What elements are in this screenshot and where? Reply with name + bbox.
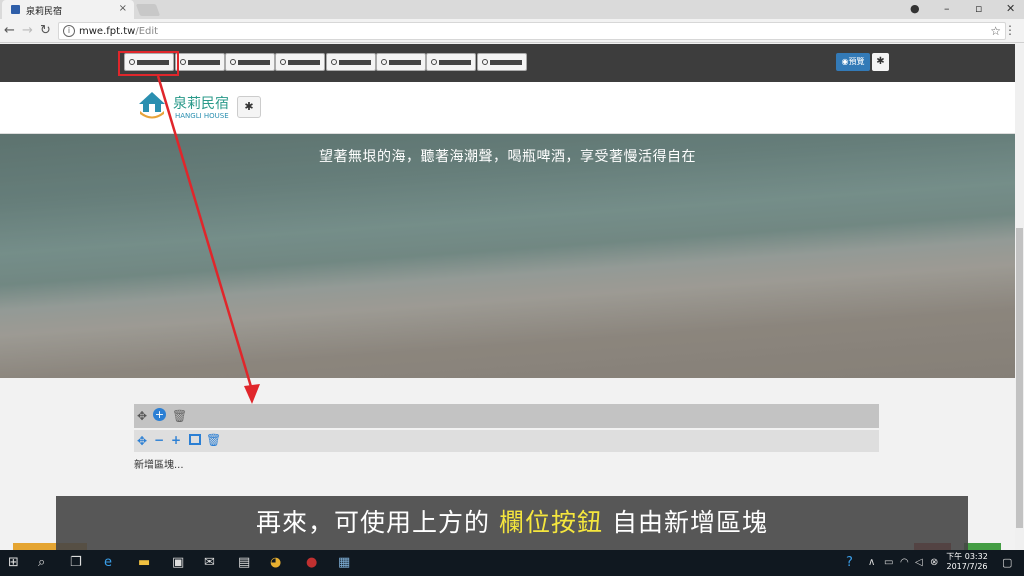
column-toolbar-row: ✥ − + 🗑: [134, 430, 879, 452]
new-block-placeholder[interactable]: 新增區塊...: [134, 456, 184, 471]
favicon-icon: [11, 5, 20, 14]
block-toolbar-row: ✥ + 🗑: [134, 404, 879, 428]
column-button-6[interactable]: [376, 53, 426, 71]
logo-title: 泉莉民宿: [173, 96, 229, 112]
caption-text-after: 自由新增區塊: [611, 508, 768, 537]
circle-icon: [280, 59, 286, 65]
button-label-bar: [490, 60, 522, 65]
network-icon[interactable]: ◠: [900, 555, 909, 571]
new-tab-button[interactable]: [135, 4, 161, 16]
recorder-icon[interactable]: ●: [306, 555, 317, 571]
minus-icon[interactable]: −: [154, 433, 164, 447]
site-header: 泉莉民宿 HANGLI HOUSE ✱: [0, 82, 1015, 134]
circle-icon: [331, 59, 337, 65]
button-label-bar: [389, 60, 421, 65]
trash-icon[interactable]: 🗑: [172, 409, 187, 423]
notifications-icon[interactable]: ▢: [1002, 555, 1012, 571]
circle-icon: [230, 59, 236, 65]
app-icon[interactable]: ▤: [238, 555, 250, 571]
clock-time: 下午 03:32: [946, 552, 988, 561]
edge-icon[interactable]: e: [104, 555, 112, 571]
hero-banner: 望著無垠的海，聽著海潮聲，喝瓶啤酒，享受著慢活得自在: [0, 134, 1015, 378]
browser-tab-strip: 泉莉民宿 × ● – ▫ ✕: [0, 0, 1024, 19]
maximize-icon[interactable]: ▫: [975, 2, 982, 15]
column-button-3[interactable]: [225, 53, 275, 71]
help-icon[interactable]: ?: [846, 555, 853, 571]
notes-icon[interactable]: ▦: [338, 555, 350, 571]
task-view-icon[interactable]: ❐: [70, 555, 82, 571]
browser-menu-icon[interactable]: ⋮: [1004, 23, 1016, 37]
button-label-bar: [238, 60, 270, 65]
button-label-bar: [439, 60, 471, 65]
circle-icon: [482, 59, 488, 65]
circle-icon: [381, 59, 387, 65]
battery-icon[interactable]: ▭: [884, 555, 893, 571]
info-icon[interactable]: i: [63, 25, 75, 37]
address-bar[interactable]: i mwe.fpt.tw/Edit ☆: [58, 22, 1006, 40]
store-icon[interactable]: ▣: [172, 555, 184, 571]
chrome-icon[interactable]: ◕: [270, 555, 281, 571]
tray-chevron-icon[interactable]: ∧: [868, 555, 875, 571]
footer-save-button[interactable]: [964, 543, 1001, 550]
move-icon[interactable]: ✥: [137, 409, 147, 423]
column-button-5[interactable]: [326, 53, 376, 71]
circle-icon: [180, 59, 186, 65]
volume-icon[interactable]: ◁: [915, 555, 923, 571]
profile-icon[interactable]: ●: [910, 2, 920, 15]
header-settings-gear-icon[interactable]: ✱: [237, 96, 261, 118]
start-icon[interactable]: ⊞: [8, 555, 19, 571]
hero-text: 望著無垠的海，聽著海潮聲，喝瓶啤酒，享受著慢活得自在: [319, 149, 696, 165]
image-icon[interactable]: [189, 434, 201, 445]
trash-icon[interactable]: 🗑: [206, 433, 221, 447]
clock-date: 2017/7/26: [946, 562, 988, 571]
button-label-bar: [188, 60, 220, 65]
close-circle-icon[interactable]: ⊗: [930, 555, 938, 571]
minimize-icon[interactable]: –: [944, 2, 950, 15]
settings-gear-icon[interactable]: ✱: [872, 53, 889, 71]
mail-icon[interactable]: ✉: [204, 555, 215, 571]
plus-icon[interactable]: +: [171, 433, 181, 447]
caption-highlight: 欄位按鈕: [498, 508, 603, 537]
button-label-bar: [339, 60, 371, 65]
forward-icon[interactable]: →: [22, 23, 33, 38]
column-button-4[interactable]: [275, 53, 325, 71]
caption-text-before: 再來，可使用上方的: [256, 508, 491, 537]
preview-label: 預覽: [848, 57, 865, 66]
bookmark-star-icon[interactable]: ☆: [990, 24, 1001, 38]
file-explorer-icon[interactable]: ▬: [138, 555, 150, 571]
logo-subtitle: HANGLI HOUSE: [175, 112, 229, 120]
windows-taskbar: ⊞ ⌕ ❐ e ▬ ▣ ✉ ▤ ◕ ● ▦ ? ∧ ▭ ◠ ◁ ⊗ ▢: [0, 550, 1024, 576]
column-button-7[interactable]: [426, 53, 476, 71]
reload-icon[interactable]: ↻: [40, 23, 51, 38]
url-text: mwe.fpt.tw/Edit: [79, 26, 159, 37]
move-icon[interactable]: ✥: [137, 434, 147, 448]
tab-title: 泉莉民宿: [26, 7, 63, 17]
search-icon[interactable]: ⌕: [38, 555, 45, 571]
tutorial-caption: 再來，可使用上方的 欄位按鈕 自由新增區塊: [56, 496, 968, 550]
annotation-highlight-box: [118, 51, 179, 76]
button-label-bar: [288, 60, 320, 65]
column-button-2[interactable]: [175, 53, 225, 71]
browser-tab[interactable]: 泉莉民宿 ×: [2, 0, 134, 19]
taskbar-clock[interactable]: 下午 03:32 2017/7/26: [944, 552, 990, 572]
tab-close-icon[interactable]: ×: [119, 3, 127, 14]
preview-button[interactable]: ◉預覽: [836, 53, 870, 71]
back-icon[interactable]: ←: [4, 23, 15, 38]
browser-toolbar: ← → ↻ i mwe.fpt.tw/Edit ☆ ⋮: [0, 19, 1024, 43]
circle-icon: [431, 59, 437, 65]
house-logo-icon: [139, 92, 165, 119]
close-window-icon[interactable]: ✕: [1006, 2, 1015, 15]
add-circle-icon[interactable]: +: [153, 408, 166, 421]
column-button-8[interactable]: [477, 53, 527, 71]
scrollbar-thumb[interactable]: [1016, 228, 1023, 528]
